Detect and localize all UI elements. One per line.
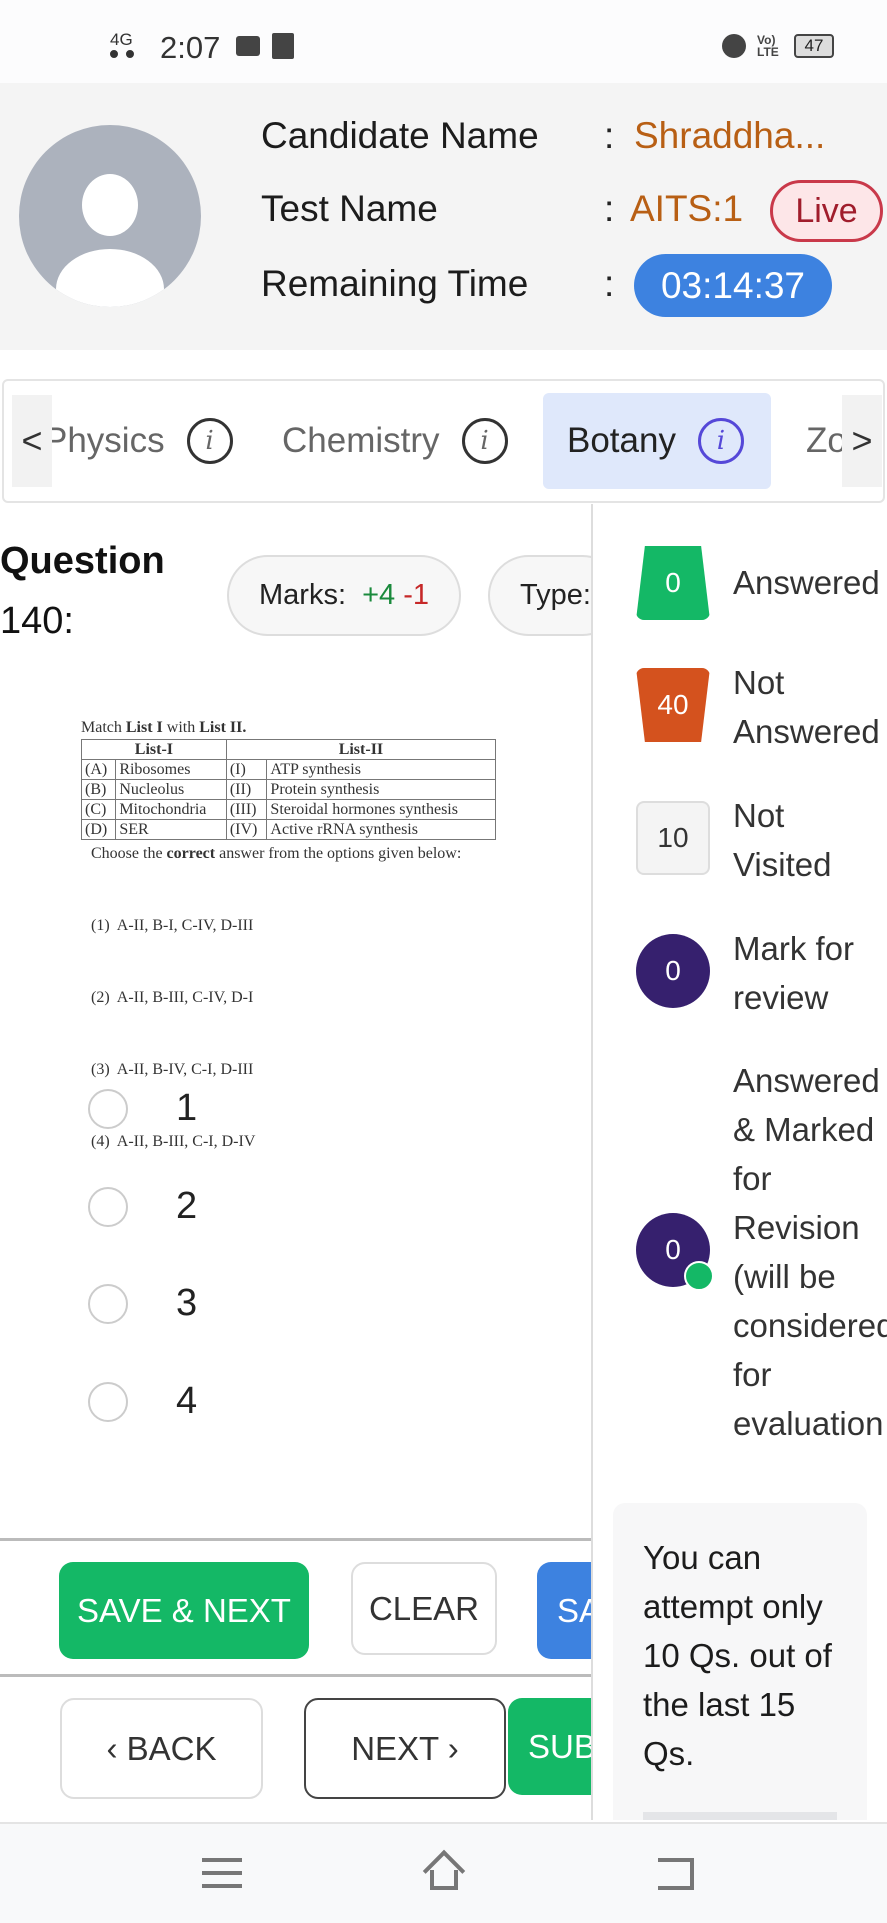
divider: [0, 1674, 591, 1677]
subject-tabs: Physics i Chemistry i Botany i Zo < >: [2, 379, 885, 503]
legend-mark-review: Mark for review: [733, 930, 855, 1016]
marks-negative: -1: [403, 579, 429, 611]
volte-icon: Vo) LTE: [757, 33, 779, 59]
separator: :: [604, 263, 615, 304]
panel-divider: [591, 504, 593, 1820]
radio-button[interactable]: [88, 1381, 128, 1422]
choice-item: (1) A-II, B-I, C-IV, D-III: [91, 917, 254, 934]
tab-label: Botany: [567, 421, 676, 460]
test-name-value: AITS:1: [630, 188, 744, 229]
android-nav-bar: [0, 1822, 887, 1923]
remaining-time-label: Remaining Time: [261, 263, 529, 304]
clear-button[interactable]: CLEAR: [351, 1562, 497, 1655]
saved-badge-icon: [684, 1261, 714, 1291]
mark-review-icon: 0: [636, 934, 710, 1008]
option-2[interactable]: 2: [88, 1185, 197, 1228]
tab-physics[interactable]: Physics i: [44, 393, 233, 489]
mail-icon: [236, 36, 260, 56]
option-label: 2: [176, 1185, 198, 1227]
tab-chemistry[interactable]: Chemistry i: [282, 393, 508, 489]
question-prompt: Match List I with List II.: [81, 719, 247, 736]
back-label: BACK: [126, 1730, 217, 1767]
save-mark-review-button[interactable]: SA: [537, 1562, 591, 1659]
tab-botany[interactable]: Botany i: [543, 393, 771, 489]
live-badge: Live: [770, 180, 883, 242]
legend-answered: Answered: [733, 564, 880, 601]
marks-label: Marks:: [259, 579, 346, 611]
marks-positive: +4: [362, 579, 396, 611]
info-icon[interactable]: i: [697, 418, 744, 464]
question-instruction: Choose the correct answer from the optio…: [91, 845, 462, 862]
remaining-time-value: 03:14:37: [634, 254, 832, 317]
back-button[interactable]: ‹ BACK: [60, 1698, 263, 1799]
option-4[interactable]: 4: [88, 1380, 197, 1423]
choices-list: (1) A-II, B-I, C-IV, D-III (2) A-II, B-I…: [81, 866, 499, 1202]
choice-item: (2) A-II, B-III, C-IV, D-I: [91, 989, 254, 1006]
type-label: Type:: [520, 579, 591, 611]
back-nav-icon[interactable]: [658, 1858, 694, 1890]
tabs-prev-button[interactable]: <: [12, 395, 52, 487]
radio-button[interactable]: [88, 1283, 128, 1324]
divider: [0, 1538, 591, 1541]
match-table: List-I List-II (A) Ribosomes (I) ATP synthes…: [80, 739, 497, 840]
not-visited-icon: 10: [636, 801, 710, 875]
question-number: 140:: [0, 600, 74, 642]
not-answered-icon: 40: [636, 668, 710, 742]
next-label: NEXT: [351, 1730, 439, 1767]
option-label: 1: [176, 1087, 198, 1129]
table-row: (B) Nucleolus (II) Protein synthesis: [80, 779, 496, 800]
option-3[interactable]: 3: [88, 1282, 197, 1325]
radio-button[interactable]: [88, 1186, 128, 1227]
choice-item: (4) A-II, B-III, C-I, D-IV: [91, 1133, 256, 1150]
info-icon[interactable]: i: [461, 418, 508, 464]
home-icon[interactable]: [422, 1849, 466, 1893]
option-label: 4: [176, 1380, 198, 1422]
status-bar: 4G 2:07 Vo) LTE 47: [0, 0, 887, 83]
tab-zoology[interactable]: Zo: [806, 393, 847, 489]
tab-label: Chemistry: [282, 421, 440, 460]
tab-label: Physics: [44, 421, 165, 460]
candidate-name-value: Shraddha...: [634, 115, 826, 156]
candidate-name-label: Candidate Name: [261, 115, 539, 156]
option-label: 3: [176, 1282, 198, 1324]
save-next-button[interactable]: SAVE & NEXT: [59, 1562, 309, 1659]
marks-badge: Marks: +4 -1: [227, 555, 461, 636]
signal-icon: 4G: [110, 30, 133, 49]
table-row: (D) SER (IV) Active rRNA synthesis: [80, 819, 496, 840]
separator: :: [604, 115, 615, 156]
facebook-icon: [272, 33, 294, 59]
legend-not-visited: Not Visited: [733, 797, 832, 883]
type-badge: Type:: [488, 555, 591, 636]
legend-answered-marked: Answered & Marked for Revision (will be …: [733, 1062, 887, 1442]
tabs-next-button[interactable]: >: [842, 395, 882, 487]
choice-item: (3) A-II, B-IV, C-I, D-III: [91, 1061, 254, 1078]
answered-icon: 0: [636, 546, 710, 620]
radio-button[interactable]: [88, 1088, 128, 1129]
chevron-left-icon: ‹: [106, 1730, 127, 1767]
table-row: (A) Ribosomes (I) ATP synthesis: [80, 759, 496, 780]
table-row: (C) Mitochondria (III) Steroidal hormones s…: [80, 799, 496, 820]
alarm-icon: [722, 34, 746, 58]
submit-button[interactable]: SUB: [508, 1698, 591, 1795]
note-text: You can attempt only 10 Qs. out of the l…: [643, 1539, 832, 1772]
separator: :: [604, 188, 615, 229]
next-button[interactable]: NEXT ›: [304, 1698, 506, 1799]
info-icon[interactable]: i: [186, 418, 233, 464]
tab-label: Zo: [806, 421, 847, 460]
avatar: [19, 125, 201, 307]
question-title: Question: [0, 540, 165, 582]
attempt-note: You can attempt only 10 Qs. out of the l…: [613, 1503, 867, 1820]
battery-icon: 47: [794, 34, 834, 58]
option-1[interactable]: 1: [88, 1087, 197, 1130]
chevron-right-icon: ›: [438, 1730, 459, 1767]
menu-icon[interactable]: [202, 1858, 242, 1888]
legend-not-answered: Not Answered: [733, 664, 880, 750]
test-name-label: Test Name: [261, 188, 438, 229]
clock-time: 2:07: [160, 30, 221, 65]
